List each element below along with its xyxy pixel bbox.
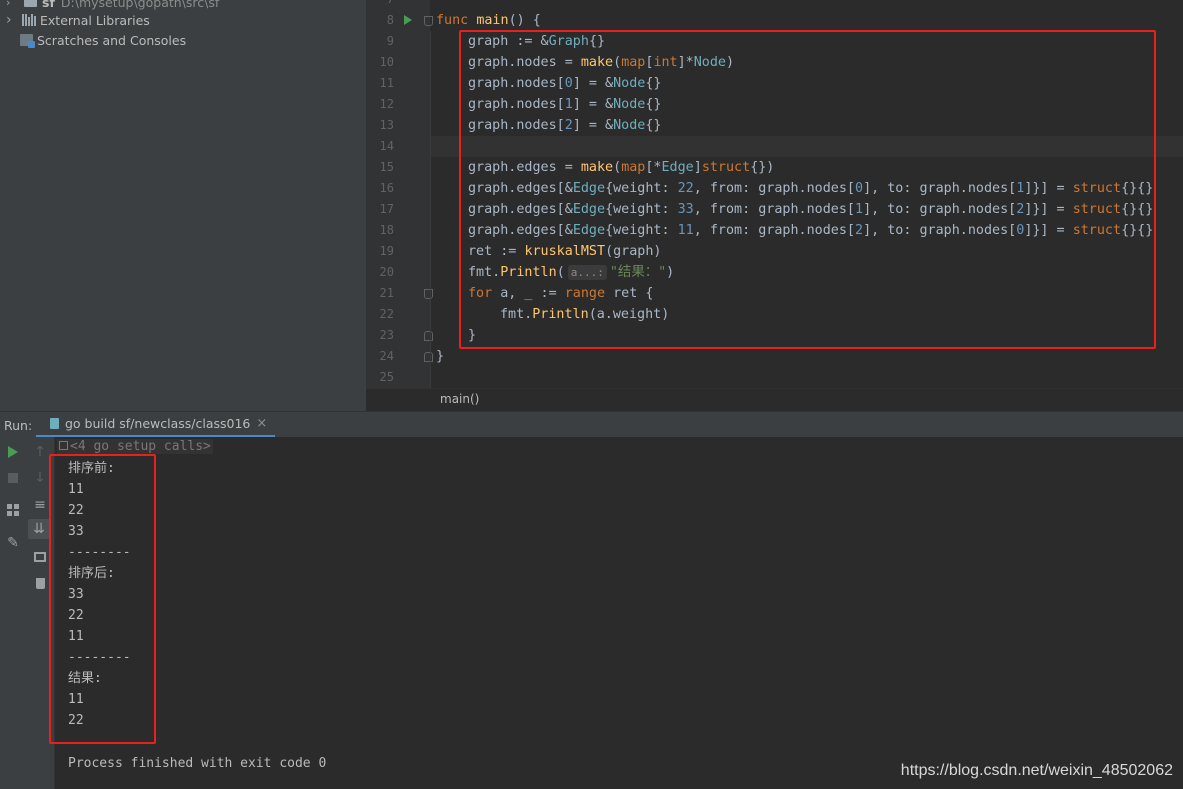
line-number: 15	[379, 160, 394, 174]
code-line-8[interactable]: func main() {	[436, 10, 541, 31]
line-number: 17	[379, 202, 394, 216]
run-gutter-icon[interactable]	[404, 15, 412, 25]
project-panel: › sf D:\mysetup\gopath\src\sf › External…	[0, 0, 366, 411]
tree-item-scratches[interactable]: Scratches and Consoles	[20, 30, 186, 50]
line-number: 7	[366, 0, 394, 10]
layout-icon[interactable]	[3, 500, 23, 520]
library-icon	[22, 14, 36, 26]
folder-icon	[24, 0, 37, 7]
code-highlight-box	[459, 30, 1156, 349]
arrow-down-icon[interactable]: ↓	[30, 468, 50, 488]
run-config-tab[interactable]: go build sf/newclass/class016 ×	[36, 412, 276, 438]
run-tab-label: go build sf/newclass/class016	[65, 416, 251, 431]
code-line-24[interactable]: }	[436, 346, 444, 367]
indent-guide	[430, 31, 431, 388]
trash-icon[interactable]	[30, 573, 50, 593]
chevron-right-icon[interactable]: ›	[6, 0, 20, 9]
line-number: 8	[386, 13, 394, 27]
line-number: 10	[379, 55, 394, 69]
tree-item-path: D:\mysetup\gopath\src\sf	[60, 0, 220, 10]
pin-icon[interactable]: ✎	[3, 533, 23, 553]
expand-icon[interactable]	[59, 441, 68, 450]
watermark: https://blog.csdn.net/weixin_48502062	[900, 762, 1173, 779]
stop-icon[interactable]	[3, 468, 23, 488]
line-number: 24	[379, 349, 394, 363]
run-label: Run:	[4, 418, 33, 433]
line-number: 18	[379, 223, 394, 237]
print-icon[interactable]	[30, 547, 50, 567]
rerun-icon[interactable]	[3, 442, 23, 462]
line-number: 9	[386, 34, 394, 48]
arrow-up-icon[interactable]: ↑	[30, 442, 50, 462]
breadcrumb-item[interactable]: main()	[440, 392, 479, 406]
exit-message: Process finished with exit code 0	[68, 756, 327, 771]
output-highlight-box	[49, 454, 156, 744]
line-number: 13	[379, 118, 394, 132]
soft-wrap-icon[interactable]: ≡	[30, 495, 50, 515]
fold-marker-icon[interactable]	[424, 352, 433, 362]
line-number: 21	[379, 286, 394, 300]
chevron-right-icon[interactable]: ›	[6, 12, 20, 28]
close-icon[interactable]: ×	[256, 416, 267, 431]
fold-marker-icon[interactable]	[424, 16, 433, 26]
fold-marker-icon[interactable]	[424, 289, 433, 299]
run-toolbar-primary: ✎	[0, 437, 27, 789]
breadcrumb[interactable]: main()	[366, 388, 1183, 411]
scroll-to-end-icon[interactable]: ⇊	[28, 519, 50, 539]
line-number: 25	[379, 370, 394, 384]
tree-item-label: External Libraries	[40, 12, 150, 28]
line-number: 16	[379, 181, 394, 195]
tree-item-label: Scratches and Consoles	[37, 32, 187, 48]
line-number: 22	[379, 307, 394, 321]
console-output[interactable]: <4 go setup calls> 排序前: 11 22 33 -------- 排序后…	[55, 437, 1183, 789]
line-number: 14	[379, 139, 394, 153]
line-number: 19	[379, 244, 394, 258]
line-number: 20	[379, 265, 394, 279]
line-number: 11	[379, 76, 394, 90]
tree-item-external-libraries[interactable]: › External Libraries	[6, 10, 150, 30]
scratches-icon	[20, 34, 35, 48]
setup-calls-fold[interactable]: <4 go setup calls>	[57, 439, 213, 454]
run-tool-window-header: Run: go build sf/newclass/class016 ×	[0, 411, 1183, 438]
line-number: 23	[379, 328, 394, 342]
go-file-icon	[50, 418, 59, 429]
fold-marker-icon[interactable]	[424, 331, 433, 341]
setup-calls-label: <4 go setup calls>	[70, 439, 211, 454]
line-number: 12	[379, 97, 394, 111]
tree-item-label: sf	[42, 0, 55, 10]
